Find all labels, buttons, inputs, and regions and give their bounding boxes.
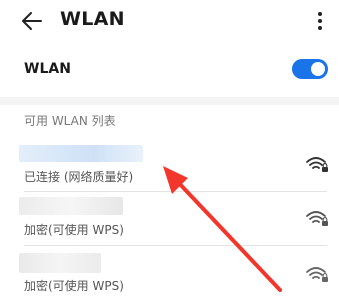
back-arrow-icon[interactable]: [20, 10, 44, 32]
network-item[interactable]: 加密(可使用 WPS): [0, 247, 339, 301]
top-bar: WLAN: [0, 0, 339, 42]
more-vertical-icon[interactable]: [312, 9, 328, 33]
wifi-secured-icon: [306, 267, 328, 282]
wlan-toggle-label: WLAN: [24, 61, 71, 77]
list-divider: [24, 191, 327, 192]
section-divider: [0, 97, 339, 105]
switch-knob: [311, 62, 325, 76]
network-name-redacted: [19, 197, 123, 215]
network-status: 已连接 (网络质量好): [24, 170, 134, 184]
network-status: 加密(可使用 WPS): [24, 223, 124, 237]
network-name-redacted: [19, 253, 101, 273]
available-networks-header: 可用 WLAN 列表: [24, 114, 116, 128]
wifi-secured-icon: [306, 157, 328, 172]
network-item[interactable]: 加密(可使用 WPS): [0, 193, 339, 247]
network-name-redacted: [19, 145, 143, 162]
page-title: WLAN: [60, 8, 125, 30]
wifi-secured-icon: [306, 211, 328, 226]
network-status: 加密(可使用 WPS): [24, 279, 124, 293]
wlan-toggle-row[interactable]: WLAN: [0, 52, 339, 88]
wlan-switch[interactable]: [292, 59, 328, 79]
network-item-connected[interactable]: 已连接 (网络质量好): [0, 140, 339, 194]
list-divider: [24, 245, 327, 246]
